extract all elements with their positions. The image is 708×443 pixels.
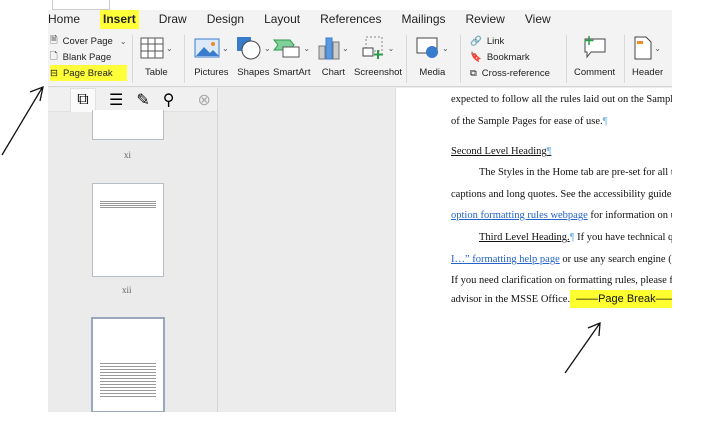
cross-reference-button[interactable]: ⧉ Cross-reference <box>470 65 550 81</box>
page-label: xi <box>124 150 132 160</box>
doc-text: I…” formatting help page or use any sear… <box>451 254 672 265</box>
screenshot-icon: ⌄ <box>362 33 394 63</box>
headings-tab-icon[interactable]: ☰ <box>109 90 123 110</box>
doc-text: option formatting rules webpage for info… <box>451 210 672 221</box>
cross-reference-icon: ⧉ <box>470 67 477 79</box>
tab-review[interactable]: Review <box>466 10 505 29</box>
table-button[interactable]: ⌄ Table <box>140 33 173 78</box>
page-break-icon: ⊟ <box>50 67 58 79</box>
tab-draw[interactable]: Draw <box>159 10 187 29</box>
cover-page-icon: 🗎 <box>50 35 58 46</box>
page-thumbnail-xi[interactable] <box>92 110 164 140</box>
pictures-icon: ⌄ <box>194 33 229 63</box>
tab-references[interactable]: References <box>320 10 381 29</box>
annotation-arrow-icon <box>564 321 601 374</box>
formatting-rules-link[interactable]: option formatting rules webpage <box>451 210 588 221</box>
smartart-icon: ⌄ <box>273 33 310 63</box>
formatting-help-link[interactable]: I…” formatting help page <box>451 254 560 265</box>
doc-text: of the Sample Pages for ease of use.¶ <box>451 116 608 127</box>
second-level-heading: Second Level Heading¶ <box>451 146 552 157</box>
insert-ribbon: 🗎 Cover Page ⌄ 🗋 Blank Page ⊟ Page Break ⌄ T… <box>48 29 672 87</box>
header-button[interactable]: ⌄ Header <box>632 33 663 78</box>
smartart-button[interactable]: ⌄ SmartArt <box>273 33 310 78</box>
doc-text: advisor in the MSSE Office. ——Page Break—… <box>451 290 672 308</box>
tab-design[interactable]: Design <box>207 10 244 29</box>
media-icon: ⌄ <box>416 33 449 63</box>
header-icon: ⌄ <box>634 33 661 63</box>
shapes-button[interactable]: ⌄ Shapes <box>236 33 271 78</box>
chart-icon: ⌄ <box>318 33 349 63</box>
chart-button[interactable]: ⌄ Chart <box>318 33 349 78</box>
comment-icon <box>582 33 608 63</box>
navigation-pane: ⧉ ☰ ✎ ⚲ ⊗ xi xii <box>48 87 218 412</box>
tab-insert[interactable]: Insert <box>100 10 139 32</box>
blank-page-icon: 🗋 <box>50 51 58 62</box>
page-thumbnail-current[interactable] <box>91 317 165 412</box>
page-break-button[interactable]: ⊟ Page Break <box>50 65 127 81</box>
page-thumbnail-partial <box>52 0 110 10</box>
page-label: xii <box>122 285 132 295</box>
screenshot-button[interactable]: ⌄ Screenshot <box>354 33 402 78</box>
close-icon[interactable]: ⊗ <box>197 90 210 110</box>
comment-button[interactable]: Comment <box>574 33 615 78</box>
tab-view[interactable]: View <box>525 10 551 29</box>
search-icon[interactable]: ⚲ <box>163 90 175 110</box>
shapes-icon: ⌄ <box>236 33 271 63</box>
media-button[interactable]: ⌄ Media <box>416 33 449 78</box>
page-thumbnail-xii[interactable] <box>92 183 164 277</box>
doc-text: The Styles in the Home tab are pre-set f… <box>479 167 672 178</box>
review-tab-icon[interactable]: ✎ <box>136 90 149 110</box>
cover-page-button[interactable]: 🗎 Cover Page ⌄ <box>50 33 127 49</box>
tab-mailings[interactable]: Mailings <box>401 10 445 29</box>
pictures-button[interactable]: ⌄ Pictures <box>194 33 229 78</box>
doc-text: expected to follow all the rules laid ou… <box>451 94 672 105</box>
page-break-marker: ——Page Break—— <box>570 290 672 308</box>
third-level-heading: Third Level Heading. <box>479 232 570 243</box>
tab-layout[interactable]: Layout <box>264 10 300 29</box>
bookmark-button[interactable]: 🔖 Bookmark <box>470 49 550 65</box>
doc-text: If you need clarification on formatting … <box>451 275 672 286</box>
doc-text: Third Level Heading.¶ If you have techni… <box>479 232 672 243</box>
link-button[interactable]: 🔗 Link <box>470 33 550 49</box>
table-icon: ⌄ <box>140 33 173 63</box>
bookmark-icon: 🔖 <box>470 51 482 63</box>
tab-home[interactable]: Home <box>48 10 80 29</box>
document-page: expected to follow all the rules laid ou… <box>395 88 672 412</box>
link-icon: 🔗 <box>470 35 482 47</box>
doc-text: captions and long quotes. See the access… <box>451 189 672 200</box>
annotation-arrow-icon <box>1 85 44 156</box>
thumbnails-tab-icon[interactable]: ⧉ <box>70 87 96 112</box>
blank-page-button[interactable]: 🗋 Blank Page <box>50 49 127 65</box>
ribbon-tabs: Home Insert Draw Design Layout Reference… <box>48 10 672 32</box>
